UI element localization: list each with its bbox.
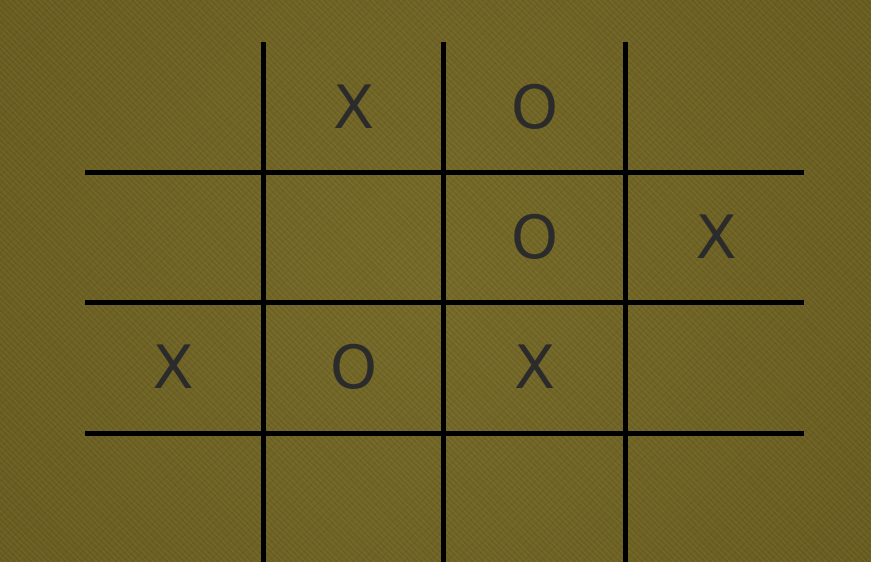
cell-r0-c0[interactable] — [85, 45, 261, 170]
cell-r0-c2[interactable]: O — [446, 45, 623, 170]
cell-r1-c3[interactable]: X — [628, 175, 804, 300]
cell-r2-c3[interactable] — [628, 305, 804, 431]
cell-r1-c2[interactable]: O — [446, 175, 623, 300]
cell-r1-c1[interactable] — [266, 175, 441, 300]
cell-r3-c3[interactable] — [628, 436, 804, 562]
cell-r2-c1[interactable]: O — [266, 305, 441, 431]
cell-r2-c0[interactable]: X — [85, 305, 261, 431]
cell-r3-c1[interactable] — [266, 436, 441, 562]
cell-r0-c1[interactable]: X — [266, 45, 441, 170]
cell-r1-c0[interactable] — [85, 175, 261, 300]
tic-tac-toe-board: X O O X X O X — [0, 0, 871, 562]
cell-r2-c2[interactable]: X — [446, 305, 623, 431]
cell-r3-c0[interactable] — [85, 436, 261, 562]
cell-r0-c3[interactable] — [628, 45, 804, 170]
cell-r3-c2[interactable] — [446, 436, 623, 562]
